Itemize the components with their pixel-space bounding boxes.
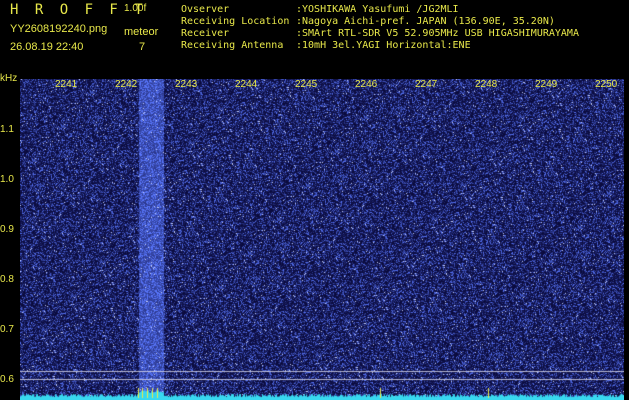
timestamp-label: 26.08.19 22:40 bbox=[10, 41, 84, 53]
filename-label: YY2608192240.png bbox=[10, 23, 108, 35]
x-tick-label: 2242 bbox=[115, 79, 138, 90]
info-value-antenna: :10mH 3el.YAGI Horizontal:ENE bbox=[296, 40, 471, 51]
version-label: 1.00f bbox=[124, 3, 147, 14]
y-tick-label: 1.1 bbox=[0, 124, 14, 135]
y-tick-label: 0.8 bbox=[0, 274, 14, 285]
y-tick-label: 1.0 bbox=[0, 174, 14, 185]
x-tick-label: 2250 bbox=[595, 79, 618, 90]
x-tick-label: 2243 bbox=[175, 79, 198, 90]
info-value-receiver: :SMArt RTL-SDR V5 52.905MHz USB HIGASHIM… bbox=[296, 28, 579, 39]
x-tick-label: 2245 bbox=[295, 79, 318, 90]
info-value-observer: :YOSHIKAWA Yasufumi /JG2MLI bbox=[296, 4, 459, 15]
x-tick-label: 2246 bbox=[355, 79, 378, 90]
count-label: 7 bbox=[139, 41, 146, 53]
info-value-location: :Nagoya Aichi-pref. JAPAN (136.90E, 35.2… bbox=[296, 16, 555, 27]
y-unit-label: kHz bbox=[0, 73, 18, 84]
x-tick-label: 2247 bbox=[415, 79, 438, 90]
spectrogram bbox=[20, 79, 624, 400]
info-key-observer: Ovserver bbox=[181, 4, 230, 15]
y-tick-label: 0.9 bbox=[0, 224, 14, 235]
x-tick-label: 2244 bbox=[235, 79, 258, 90]
x-tick-label: 2248 bbox=[475, 79, 498, 90]
x-tick-label: 2241 bbox=[55, 79, 78, 90]
x-tick-label: 2249 bbox=[535, 79, 558, 90]
info-key-receiver: Receiver bbox=[181, 28, 230, 39]
hrofft-window: { "header": { "app_name": "H R O F F T",… bbox=[0, 0, 629, 400]
y-tick-label: 0.7 bbox=[0, 324, 14, 335]
mode-label: meteor bbox=[124, 26, 159, 38]
info-key-location: Receiving Location bbox=[181, 16, 290, 27]
y-tick-label: 0.6 bbox=[0, 374, 14, 385]
info-key-antenna: Receiving Antenna bbox=[181, 40, 284, 51]
